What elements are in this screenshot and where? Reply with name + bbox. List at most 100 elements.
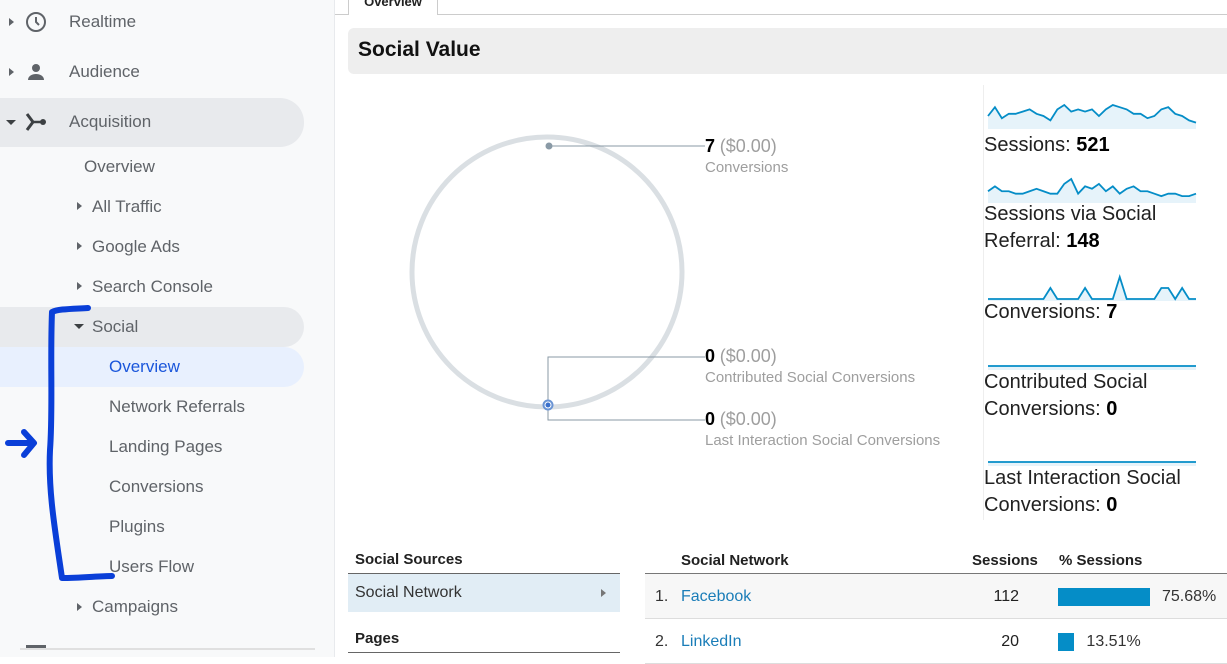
caret-right-icon	[9, 68, 14, 76]
nav-label: Overview	[84, 157, 155, 176]
acquisition-icon	[25, 113, 46, 131]
nav-label: Landing Pages	[109, 437, 223, 456]
callout-value: 0	[705, 346, 716, 366]
nav-network-referrals[interactable]: Network Referrals	[0, 387, 304, 427]
callout-value: 7	[705, 136, 716, 156]
caret-right-icon	[77, 603, 82, 611]
nav-users-flow[interactable]: Users Flow	[0, 547, 304, 587]
nav-realtime[interactable]: Realtime	[0, 0, 304, 46]
sparkline-value: 7	[1106, 301, 1118, 323]
sparkline-value: 0	[1106, 398, 1118, 420]
callout-conversions: 7 ($0.00) Conversions	[705, 136, 788, 176]
nav-label: Audience	[69, 62, 140, 81]
sparkline-label: Sessions via Social Referral: 148	[984, 203, 1157, 252]
callout-contributed: 0 ($0.00) Contributed Social Conversions	[705, 346, 915, 386]
row-rank: 1.	[655, 588, 669, 605]
sparkline-value: 148	[1066, 230, 1100, 252]
caret-down-icon	[6, 120, 16, 125]
ring-track	[409, 134, 685, 410]
nav-acquisition[interactable]: Acquisition	[0, 98, 304, 147]
social-dot-inner	[545, 402, 551, 408]
sparkline-chart	[987, 103, 1197, 129]
nav-label: Network Referrals	[109, 397, 246, 416]
sparkline-label: Last Interaction Social Conversions: 0	[984, 467, 1181, 516]
callout-label: Last Interaction Social Conversions	[705, 432, 941, 449]
nav-label: Google Ads	[92, 237, 180, 256]
social-network-table: Social Network Sessions % Sessions 1. Fa…	[645, 545, 1227, 664]
nav-label: Conversions	[109, 477, 204, 496]
table-header: Social Network Sessions % Sessions	[645, 545, 1227, 574]
social-sources-heading: Social Sources	[348, 545, 620, 574]
nav-search-console[interactable]: Search Console	[0, 263, 304, 309]
row-network-link[interactable]: Facebook	[681, 588, 751, 606]
nav-social[interactable]: Social	[0, 307, 304, 347]
sparkline-chart	[988, 365, 1196, 370]
nav-label: Users Flow	[109, 557, 195, 576]
caret-down-icon	[74, 324, 84, 329]
sparkline-label: Conversions: 7	[984, 301, 1118, 323]
percent-bar	[1058, 633, 1075, 651]
caret-right-icon	[601, 589, 606, 597]
sparkline-column: Sessions: 521 Sessions via Social Referr…	[983, 85, 1227, 520]
callout-label: Contributed Social Conversions	[705, 369, 916, 386]
section-header: Social Value	[348, 28, 1227, 74]
callout-label: Conversions	[705, 159, 789, 176]
nav-label: All Traffic	[92, 197, 162, 216]
col-social-network[interactable]: Social Network	[681, 552, 789, 569]
row-percent: 13.51%	[1086, 633, 1141, 650]
sparkline-value: 0	[1106, 494, 1118, 516]
callout-money: ($0.00)	[719, 346, 777, 366]
person-icon	[28, 64, 44, 80]
nav-social-overview[interactable]: Overview	[0, 347, 304, 387]
col-sessions[interactable]: Sessions	[972, 552, 1038, 569]
callout-value: 0	[705, 409, 716, 429]
col-percent-sessions[interactable]: % Sessions	[1059, 552, 1142, 569]
row-sessions: 112	[993, 588, 1019, 605]
clock-icon	[26, 12, 46, 32]
nav-label: Campaigns	[92, 597, 178, 616]
table-row: 2. LinkedIn 20 13.51%	[645, 619, 1227, 664]
sparkline-label: Contributed Social Conversions: 0	[984, 371, 1148, 420]
nav-conversions[interactable]: Conversions	[0, 467, 304, 507]
sparkline-area	[988, 179, 1196, 203]
row-network-link[interactable]: LinkedIn	[681, 633, 742, 651]
caret-right-icon	[9, 18, 14, 26]
table-row: 1. Facebook 112 75.68%	[645, 574, 1227, 619]
sparkline-chart	[988, 274, 1196, 301]
conversions-dot	[545, 142, 553, 150]
social-sources-panel: Social Sources Social Network Pages	[348, 545, 620, 653]
sparkline-chart	[988, 461, 1196, 466]
nav-label: Plugins	[109, 517, 165, 536]
social-network-label: Social Network	[355, 584, 462, 601]
tab-overview[interactable]: Overview	[348, 0, 438, 15]
nav-label: Search Console	[92, 277, 213, 296]
pages-heading[interactable]: Pages	[348, 624, 620, 653]
nav-audience[interactable]: Audience	[0, 48, 304, 96]
sparkline-label: Sessions: 521	[984, 134, 1110, 156]
sidebar: Realtime Audience Acquisition Overview A…	[0, 0, 335, 657]
row-sessions: 20	[1001, 633, 1019, 650]
sparkline-value: 521	[1076, 134, 1110, 156]
caret-right-icon	[77, 202, 82, 210]
nav-campaigns[interactable]: Campaigns	[0, 587, 304, 627]
sidebar-scrollbar[interactable]	[20, 648, 315, 650]
row-rank: 2.	[655, 633, 669, 650]
callout-last-interaction: 0 ($0.00) Last Interaction Social Conver…	[705, 409, 940, 449]
callout-money: ($0.00)	[719, 409, 777, 429]
section-title: Social Value	[358, 38, 481, 61]
tab-strip	[335, 0, 1227, 15]
nav-label: Overview	[109, 357, 180, 376]
social-value-ring	[409, 134, 705, 421]
nav-landing-pages[interactable]: Landing Pages	[0, 427, 304, 467]
sparkline-chart	[987, 177, 1197, 203]
caret-right-icon	[77, 282, 82, 290]
nav-plugins[interactable]: Plugins	[0, 507, 304, 547]
social-leader-lines	[547, 356, 705, 421]
social-network-row[interactable]: Social Network	[348, 574, 620, 612]
nav-label: Realtime	[69, 12, 137, 31]
callout-money: ($0.00)	[719, 136, 777, 156]
row-percent: 75.68%	[1162, 588, 1217, 605]
percent-bar	[1058, 588, 1150, 606]
nav-label: Acquisition	[69, 112, 152, 131]
nav-label: Social	[92, 317, 139, 336]
